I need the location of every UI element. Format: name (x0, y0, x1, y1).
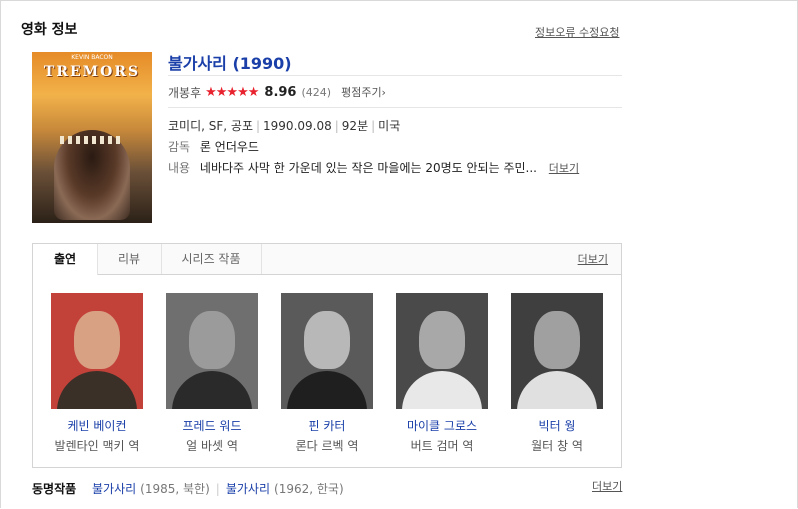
genre-text: 코미디, SF, 공포 (168, 119, 253, 133)
tab-cast[interactable]: 출연 (33, 244, 98, 275)
actor-photo[interactable] (166, 293, 258, 409)
divider (168, 107, 622, 108)
actor-role: 론다 르벡 역 (295, 439, 359, 453)
same-title-label: 동명작품 (32, 482, 77, 496)
actor-photo[interactable] (396, 293, 488, 409)
tab-series[interactable]: 시리즈 작품 (161, 244, 262, 274)
movie-info-row: 코미디, SF, 공포 | 1990.09.08 | 92분 | 미국 (168, 119, 401, 133)
movie-title[interactable]: 불가사리 (1990) (168, 50, 292, 74)
report-error-link[interactable]: 정보오류 수정요청 (535, 24, 619, 40)
rating-score: 8.96 (264, 84, 297, 100)
cast-item: 케빈 베이컨 발렌타인 맥키 역 (47, 293, 147, 454)
actor-role: 발렌타인 맥키 역 (54, 439, 140, 453)
actor-name[interactable]: 핀 카터 (277, 417, 377, 434)
plot-label: 내용 (168, 161, 191, 175)
release-date: 1990.09.08 (263, 119, 332, 133)
actor-role: 버트 검머 역 (410, 439, 474, 453)
actor-name[interactable]: 마이클 그로스 (392, 417, 492, 434)
actor-photo[interactable] (51, 293, 143, 409)
same-title-more-link[interactable]: 더보기 (592, 478, 622, 494)
tab-reviews[interactable]: 리뷰 (97, 244, 162, 274)
plot-row: 내용 네바다주 사막 한 가운데 있는 작은 마을에는 20명도 안되는 주민.… (168, 159, 579, 176)
same-title-link[interactable]: 불가사리 (226, 482, 270, 496)
director-name[interactable]: 론 언더우드 (200, 140, 259, 154)
section-title: 영화 정보 (21, 22, 78, 38)
tab-bar: 출연 리뷰 시리즈 작품 더보기 (33, 244, 621, 275)
plot-more-link[interactable]: 더보기 (549, 162, 579, 175)
movie-poster[interactable]: KEVIN BACON TREMORS (32, 52, 152, 223)
poster-teeth-image (60, 136, 124, 144)
rating-label: 개봉후 (168, 85, 202, 100)
runtime: 92분 (341, 119, 369, 133)
same-title-meta: (1962, 한국) (274, 482, 344, 496)
same-title-link[interactable]: 불가사리 (92, 482, 136, 496)
rate-button[interactable]: 평점주기› (341, 84, 386, 100)
actor-photo[interactable] (511, 293, 603, 409)
actor-role: 월터 창 역 (531, 439, 583, 453)
actor-name[interactable]: 빅터 웡 (507, 417, 607, 434)
cast-item: 빅터 웡 월터 창 역 (507, 293, 607, 454)
poster-title-text: TREMORS (43, 64, 141, 80)
actor-name[interactable]: 프레드 워드 (162, 417, 262, 434)
rating-count: (424) (301, 85, 332, 99)
divider (168, 75, 622, 76)
rating-row: 개봉후 ★★★★★ 8.96 (424) 평점주기› (168, 83, 386, 101)
actor-photo[interactable] (281, 293, 373, 409)
cast-item: 프레드 워드 얼 바셋 역 (162, 293, 262, 454)
tabs-more-link[interactable]: 더보기 (578, 251, 608, 267)
same-title-meta: (1985, 북한) (140, 482, 210, 496)
director-label: 감독 (168, 140, 191, 154)
same-title-row: 동명작품 불가사리 (1985, 북한) | 불가사리 (1962, 한국) (32, 482, 344, 496)
actor-name[interactable]: 케빈 베이컨 (47, 417, 147, 434)
cast-panel: 출연 리뷰 시리즈 작품 더보기 케빈 베이컨 발렌타인 맥키 역 프레드 워드… (32, 243, 622, 468)
director-row: 감독 론 언더우드 (168, 138, 259, 155)
actor-role: 얼 바셋 역 (186, 439, 238, 453)
country: 미국 (378, 119, 401, 133)
star-rating-icon: ★★★★★ (205, 84, 259, 100)
cast-item: 핀 카터 론다 르벡 역 (277, 293, 377, 454)
plot-text: 네바다주 사막 한 가운데 있는 작은 마을에는 20명도 안되는 주민... (199, 161, 537, 175)
cast-item: 마이클 그로스 버트 검머 역 (392, 293, 492, 454)
poster-actor-text: KEVIN BACON (71, 54, 113, 61)
